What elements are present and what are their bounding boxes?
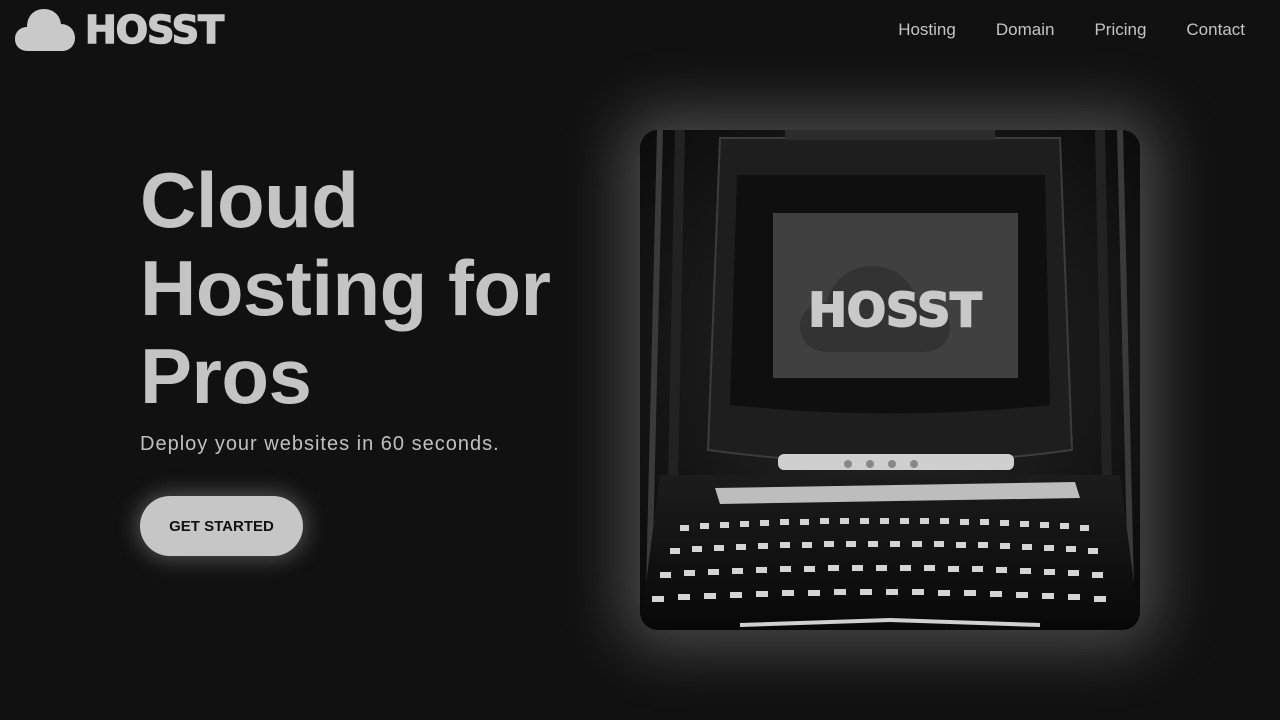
nav-pricing[interactable]: Pricing <box>1094 19 1146 41</box>
hero-title-line: Pros <box>140 332 312 420</box>
main-nav: Hosting Domain Pricing Contact <box>898 19 1245 41</box>
hero-title-line: Cloud <box>140 156 359 244</box>
nav-hosting[interactable]: Hosting <box>898 19 956 41</box>
hero-image-server-console: HOSST <box>640 130 1140 630</box>
page: HOSST Hosting Domain Pricing Contact Clo… <box>0 0 1280 720</box>
cloud-icon <box>15 9 75 51</box>
brand-name: HOSST <box>84 8 225 52</box>
hero-title-line: Hosting for <box>140 244 551 332</box>
brand-logo[interactable]: HOSST <box>14 6 225 52</box>
nav-domain[interactable]: Domain <box>996 19 1055 41</box>
hero-title: Cloud Hosting for Pros <box>140 156 610 420</box>
server-console-illustration: HOSST <box>640 130 1140 630</box>
hero-subtitle: Deploy your websites in 60 seconds. <box>140 433 500 455</box>
screen-brand: HOSST <box>808 283 982 337</box>
get-started-button[interactable]: GET STARTED <box>140 496 303 556</box>
nav-contact[interactable]: Contact <box>1186 19 1245 41</box>
